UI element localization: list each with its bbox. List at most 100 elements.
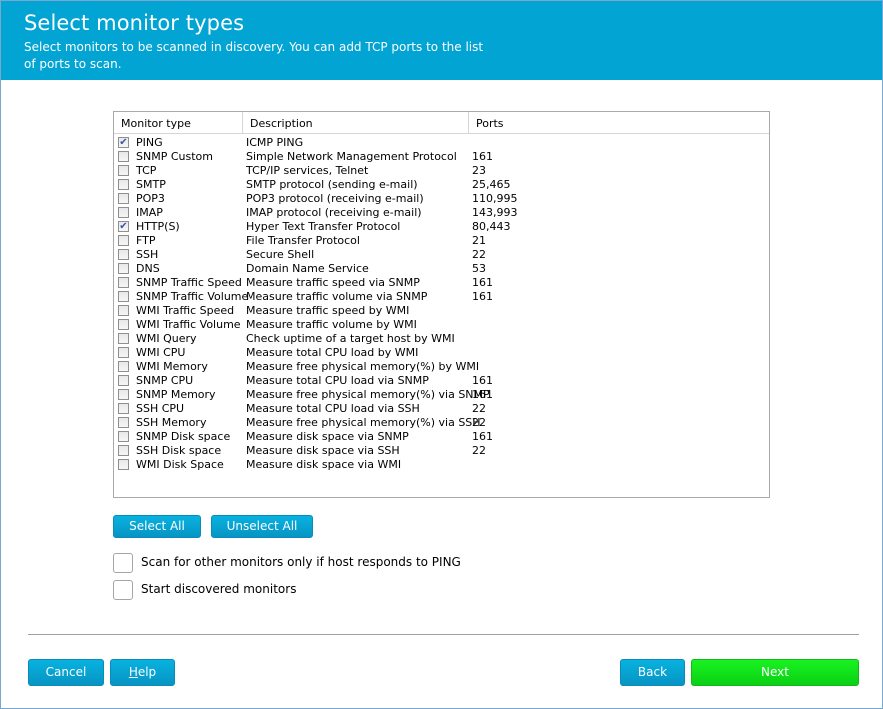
start-discovered-label[interactable]: Start discovered monitors [141,582,296,596]
monitor-description: Measure disk space via SSH [246,444,400,457]
list-header: Monitor type Description Ports [114,112,769,134]
monitor-ports: 22 [472,444,486,457]
monitor-type: SNMP Custom [136,150,213,163]
list-item[interactable]: WMI Traffic Volume Measure traffic volume… [114,318,769,332]
page-subtitle: Select monitors to be scanned in discove… [24,40,484,71]
monitor-type: WMI Disk Space [136,458,224,471]
list-item[interactable]: SNMP CPU Measure total CPU load via SNMP 1… [114,374,769,388]
list-item[interactable]: WMI Memory Measure free physical memory(%… [114,360,769,374]
monitor-type: WMI Traffic Speed [136,304,235,317]
monitor-checkbox[interactable] [118,193,129,204]
monitor-type: SNMP Disk space [136,430,231,443]
monitor-checkbox[interactable] [118,151,129,162]
monitor-description: POP3 protocol (receiving e-mail) [246,192,424,205]
monitor-checkbox[interactable] [118,207,129,218]
monitor-checkbox[interactable] [118,277,129,288]
monitor-type: IMAP [136,206,163,219]
list-item[interactable]: SSH CPU Measure total CPU load via SSH 22 [114,402,769,416]
scan-ping-only-checkbox[interactable] [113,553,133,573]
monitor-description: Check uptime of a target host by WMI [246,332,455,345]
monitor-checkbox[interactable] [118,361,129,372]
monitor-description: ICMP PING [246,136,304,149]
monitor-description: IMAP protocol (receiving e-mail) [246,206,422,219]
monitor-description: Simple Network Management Protocol [246,150,457,163]
monitor-ports: 22 [472,402,486,415]
list-item[interactable]: WMI Traffic Speed Measure traffic speed b… [114,304,769,318]
monitor-description: Measure disk space via WMI [246,458,402,471]
monitor-type: SNMP CPU [136,374,194,387]
monitor-type: SSH CPU [136,402,185,415]
list-item[interactable]: FTP File Transfer Protocol 21 [114,234,769,248]
monitor-type: SSH [136,248,159,261]
monitor-checkbox[interactable] [118,375,129,386]
monitor-checkbox[interactable] [118,263,129,274]
list-item[interactable]: SNMP Memory Measure free physical memory(… [114,388,769,402]
list-item[interactable]: POP3 POP3 protocol (receiving e-mail) 110,… [114,192,769,206]
monitor-checkbox[interactable] [118,249,129,260]
monitor-checkbox[interactable] [118,403,129,414]
monitor-description: Measure traffic speed by WMI [246,304,410,317]
list-item[interactable]: SSH Secure Shell 22 [114,248,769,262]
monitor-description: Measure traffic volume by WMI [246,318,417,331]
monitor-checkbox[interactable] [118,431,129,442]
select-all-button[interactable]: Select All [113,515,201,538]
monitor-checkbox[interactable] [118,235,129,246]
list-item[interactable]: ✔ PING ICMP PING [114,136,769,150]
list-item[interactable]: WMI Disk Space Measure disk space via WMI [114,458,769,472]
list-item[interactable]: WMI Query Check uptime of a target host b… [114,332,769,346]
start-discovered-checkbox[interactable] [113,580,133,600]
monitor-checkbox[interactable] [118,179,129,190]
unselect-all-button[interactable]: Unselect All [211,515,313,538]
column-header-ports[interactable]: Ports [469,112,769,133]
list-item[interactable]: WMI CPU Measure total CPU load by WMI [114,346,769,360]
list-item[interactable]: SNMP Traffic Speed Measure traffic speed … [114,276,769,290]
monitor-checkbox[interactable] [118,417,129,428]
list-item[interactable]: SSH Disk space Measure disk space via SSH… [114,444,769,458]
monitor-checkbox[interactable] [118,347,129,358]
monitor-type: SNMP Traffic Volume [136,290,249,303]
list-item[interactable]: ✔ HTTP(S) Hyper Text Transfer Protocol 80,4… [114,220,769,234]
monitor-checkbox[interactable] [118,319,129,330]
page-title: Select monitor types [24,11,245,35]
monitor-ports: 25,465 [472,178,511,191]
scan-ping-only-label[interactable]: Scan for other monitors only if host res… [141,555,461,569]
list-item[interactable]: DNS Domain Name Service 53 [114,262,769,276]
list-item[interactable]: SMTP SMTP protocol (sending e-mail) 25,465 [114,178,769,192]
monitor-checkbox-checked[interactable]: ✔ [118,137,129,148]
monitor-description: Measure free physical memory(%) via SNMP [246,388,490,401]
list-item[interactable]: TCP TCP/IP services, Telnet 23 [114,164,769,178]
monitor-checkbox[interactable] [118,459,129,470]
cancel-button[interactable]: Cancel [28,659,104,686]
monitor-type: SNMP Traffic Speed [136,276,242,289]
footer-divider [28,634,859,635]
list-rows: ✔ PING ICMP PING SNMP Custom Simple Network … [114,136,769,472]
monitor-ports: 22 [472,416,486,429]
monitor-ports: 80,443 [472,220,511,233]
list-item[interactable]: SSH Memory Measure free physical memory(%… [114,416,769,430]
monitor-checkbox[interactable] [118,333,129,344]
monitor-type: SSH Memory [136,416,207,429]
monitor-description: Measure free physical memory(%) via SSH [246,416,481,429]
monitor-checkbox[interactable] [118,305,129,316]
monitor-type: WMI Traffic Volume [136,318,241,331]
list-item[interactable]: IMAP IMAP protocol (receiving e-mail) 143,… [114,206,769,220]
monitor-type-list[interactable]: Monitor type Description Ports ✔ PING ICMP… [113,111,770,498]
monitor-ports: 161 [472,290,493,303]
monitor-type: POP3 [136,192,165,205]
list-item[interactable]: SNMP Custom Simple Network Management Pro… [114,150,769,164]
monitor-description: Measure traffic speed via SNMP [246,276,420,289]
monitor-ports: 23 [472,164,486,177]
monitor-type: DNS [136,262,160,275]
list-item[interactable]: SNMP Disk space Measure disk space via SN… [114,430,769,444]
column-header-monitor-type[interactable]: Monitor type [114,112,243,133]
next-button[interactable]: Next [691,659,859,686]
monitor-checkbox[interactable] [118,445,129,456]
monitor-checkbox-checked[interactable]: ✔ [118,221,129,232]
monitor-checkbox[interactable] [118,389,129,400]
list-item[interactable]: SNMP Traffic Volume Measure traffic volum… [114,290,769,304]
monitor-checkbox[interactable] [118,165,129,176]
column-header-description[interactable]: Description [243,112,469,133]
help-button[interactable]: Help [110,659,175,686]
back-button[interactable]: Back [620,659,685,686]
monitor-checkbox[interactable] [118,291,129,302]
